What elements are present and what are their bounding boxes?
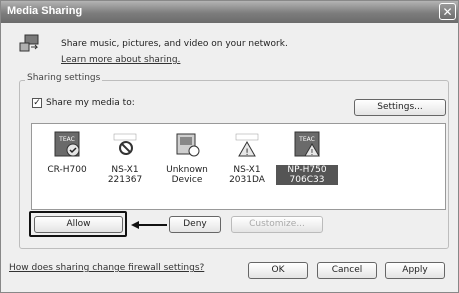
allow-button[interactable]: Allow — [34, 216, 123, 233]
firewall-help-link[interactable]: How does sharing change firewall setting… — [9, 263, 204, 273]
share-media-label: Share my media to: — [46, 98, 135, 108]
device-item-selected[interactable]: TEAC ! NP-H750 706C33 — [276, 130, 338, 185]
device-item[interactable]: Unknown Device — [156, 130, 218, 185]
warning-device-icon: ! — [235, 133, 259, 158]
apply-button[interactable]: Apply — [385, 262, 445, 279]
device-item[interactable]: TEAC CR-H700 — [36, 130, 98, 175]
sharing-settings-label: Sharing settings — [25, 73, 103, 83]
arrow-left-icon — [131, 221, 167, 229]
device-list[interactable]: TEAC CR-H700 NS-X1 221367 Unknown Device — [31, 123, 446, 210]
teac-allowed-icon: TEAC — [54, 131, 80, 157]
unknown-device-icon — [176, 133, 200, 157]
device-item[interactable]: ! NS-X1 2031DA — [216, 130, 278, 185]
teac-warning-icon: TEAC ! — [294, 131, 320, 157]
svg-text:!: ! — [310, 148, 313, 157]
share-media-checkbox[interactable]: ✓ — [32, 98, 42, 108]
device-name-line1: Unknown — [166, 165, 208, 175]
deny-button[interactable]: Deny — [169, 216, 221, 233]
ok-button[interactable]: OK — [248, 262, 308, 279]
device-name: NS-X1 221367 — [107, 165, 143, 185]
header-description: Share music, pictures, and video on your… — [61, 39, 288, 49]
device-item[interactable]: NS-X1 221367 — [94, 130, 156, 185]
close-button[interactable]: ✕ — [439, 3, 456, 20]
device-name-line1: NP-H750 — [276, 165, 338, 175]
device-name-line2: 706C33 — [276, 175, 338, 185]
device-name: CR-H700 — [47, 165, 87, 175]
customize-button[interactable]: Customize... — [231, 216, 323, 233]
svg-text:TEAC: TEAC — [298, 136, 315, 143]
device-name-line1: NS-X1 — [233, 165, 261, 175]
svg-text:TEAC: TEAC — [58, 136, 75, 143]
device-name-line2: 2031DA — [229, 175, 265, 185]
blocked-icon — [113, 133, 137, 155]
window-title: Media Sharing — [7, 5, 83, 17]
device-name-line2: Device — [171, 175, 203, 185]
svg-text:!: ! — [245, 148, 249, 158]
learn-more-link[interactable]: Learn more about sharing. — [61, 55, 180, 65]
media-sharing-icon — [19, 34, 39, 52]
settings-button[interactable]: Settings... — [354, 99, 446, 116]
cancel-button[interactable]: Cancel — [317, 262, 377, 279]
title-bar[interactable]: Media Sharing ✕ — [1, 1, 458, 23]
media-sharing-dialog: Media Sharing ✕ Share music, pictures, a… — [0, 0, 459, 293]
